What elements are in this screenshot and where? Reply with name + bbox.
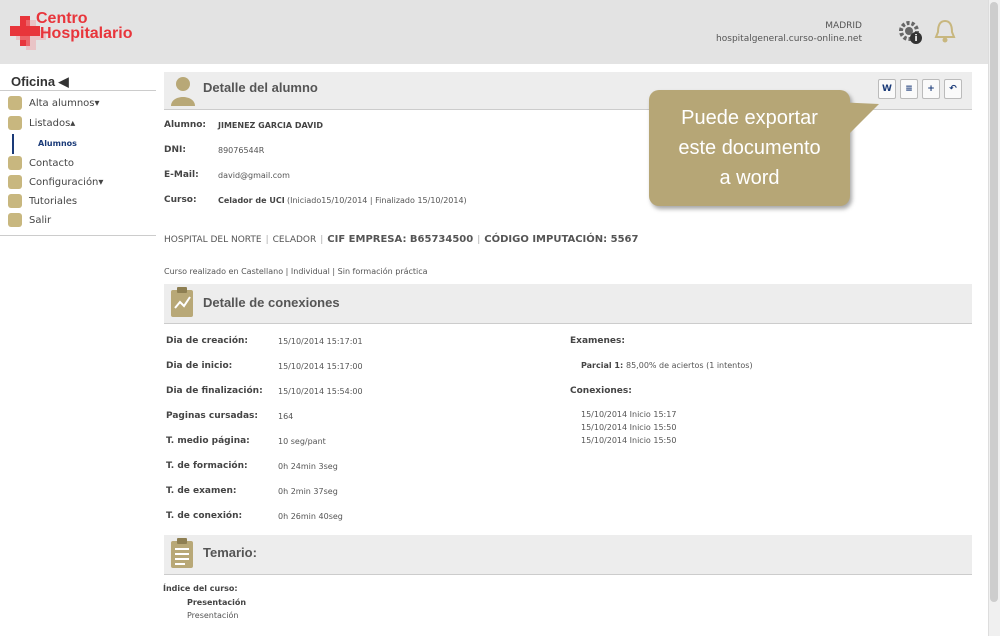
stat-value: 15/10/2014 15:54:00: [278, 387, 363, 396]
divider: [0, 235, 156, 236]
stat-label: Dia de inicio:: [166, 361, 233, 371]
company-line: HOSPITAL DEL NORTE | CELADOR | CIF EMPRESA: …: [164, 234, 639, 245]
header-domain: hospitalgeneral.curso-online.net: [716, 34, 862, 44]
gear-icon: [8, 175, 22, 189]
stat-label: T. de conexión:: [166, 511, 243, 521]
connection-entry: 15/10/2014 Inicio 15:50: [581, 436, 677, 445]
user-silhouette-icon: [171, 77, 195, 106]
export-tooltip: Puede exportar este documento a word: [649, 90, 850, 206]
stat-value: 0h 2min 37seg: [278, 487, 338, 496]
sidebar-item-configuracion[interactable]: Configuración▾: [8, 174, 103, 190]
curso-label: Curso:: [164, 195, 197, 205]
header-city: MADRID: [825, 21, 862, 31]
connections-label: Conexiones:: [570, 386, 632, 396]
document-icon[interactable]: ≡: [900, 79, 918, 99]
scrollbar-thumb[interactable]: [990, 2, 998, 602]
sidebar-item-alumnos[interactable]: Alumnos: [38, 139, 77, 148]
stat-label: T. de formación:: [166, 461, 248, 471]
temario-title: Temario:: [203, 545, 257, 560]
exam-name: Parcial 1:: [581, 361, 624, 370]
stat-label: Paginas cursadas:: [166, 411, 259, 421]
curso-name: Celador de UCI: [218, 196, 285, 205]
list-icon: [8, 116, 22, 130]
index-item[interactable]: Presentación: [187, 611, 239, 620]
puesto: CELADOR: [272, 235, 317, 245]
clipboard-chart-icon: [171, 287, 193, 317]
student-detail-title: Detalle del alumno: [203, 80, 318, 95]
gear-info-icon[interactable]: i: [897, 19, 923, 45]
user-icon: [8, 96, 22, 110]
bell-icon[interactable]: [934, 18, 956, 44]
stat-label: Dia de finalización:: [166, 386, 263, 396]
tooltip-pointer: [835, 102, 879, 134]
add-document-icon[interactable]: +: [922, 79, 940, 99]
dni-label: DNI:: [164, 145, 186, 155]
export-toolbar: W ≡ + ↶: [878, 79, 962, 99]
logo-line2: Hospitalario: [40, 25, 133, 42]
stat-value: 15/10/2014 15:17:00: [278, 362, 363, 371]
curso-dates: (Iniciado15/10/2014 | Finalizado 15/10/2…: [287, 196, 467, 205]
top-bar: Centro Hospitalario MADRID hospitalgener…: [0, 0, 988, 64]
dni-value: 89076544R: [218, 146, 265, 155]
hospital-name: HOSPITAL DEL NORTE: [164, 235, 262, 245]
sidebar-title[interactable]: Oficina ◀: [11, 74, 69, 90]
sidebar-item-contacto[interactable]: Contacto: [8, 155, 74, 171]
temario-header: Temario:: [164, 535, 972, 575]
connection-entry: 15/10/2014 Inicio 15:50: [581, 423, 677, 432]
book-icon: [8, 194, 22, 208]
exams-label: Examenes:: [570, 336, 625, 346]
connections-header: Detalle de conexiones: [164, 284, 972, 324]
divider: [0, 90, 156, 91]
sidebar-item-salir[interactable]: Salir: [8, 212, 51, 228]
sidebar-item-tutoriales[interactable]: Tutoriales: [8, 193, 77, 209]
sidebar-item-alta-alumnos[interactable]: Alta alumnos▾: [8, 95, 100, 111]
codigo-imputacion: CÓDIGO IMPUTACIÓN: 5567: [484, 234, 639, 245]
alumno-value: JIMENEZ GARCIA DAVID: [218, 121, 323, 130]
connections-title: Detalle de conexiones: [203, 295, 340, 310]
headset-icon: [8, 156, 22, 170]
exit-icon: [8, 213, 22, 227]
stat-value: 15/10/2014 15:17:01: [278, 337, 363, 346]
cif-empresa: CIF EMPRESA: B65734500: [327, 234, 474, 245]
svg-text:i: i: [914, 34, 917, 44]
stat-value: 0h 24min 3seg: [278, 462, 338, 471]
active-indicator: [12, 134, 14, 154]
email-value: david@gmail.com: [218, 171, 290, 180]
stat-label: Dia de creación:: [166, 336, 249, 346]
back-icon[interactable]: ↶: [944, 79, 962, 99]
stat-value: 10 seg/pant: [278, 437, 326, 446]
stat-value: 164: [278, 412, 294, 421]
connection-entry: 15/10/2014 Inicio 15:17: [581, 410, 677, 419]
clipboard-list-icon: [171, 538, 193, 568]
index-section[interactable]: Presentación: [187, 598, 246, 607]
email-label: E-Mail:: [164, 170, 199, 180]
alumno-label: Alumno:: [164, 120, 207, 130]
stat-label: T. de examen:: [166, 486, 237, 496]
index-label: Índice del curso:: [163, 584, 238, 593]
stat-label: T. medio página:: [166, 436, 250, 446]
exam-value: 85,00% de aciertos (1 intentos): [626, 361, 753, 370]
logo[interactable]: Centro Hospitalario: [10, 10, 150, 50]
course-info: Curso realizado en Castellano | Individu…: [164, 267, 428, 276]
sidebar-item-listados[interactable]: Listados▴: [8, 115, 75, 131]
stat-value: 0h 26min 40seg: [278, 512, 343, 521]
